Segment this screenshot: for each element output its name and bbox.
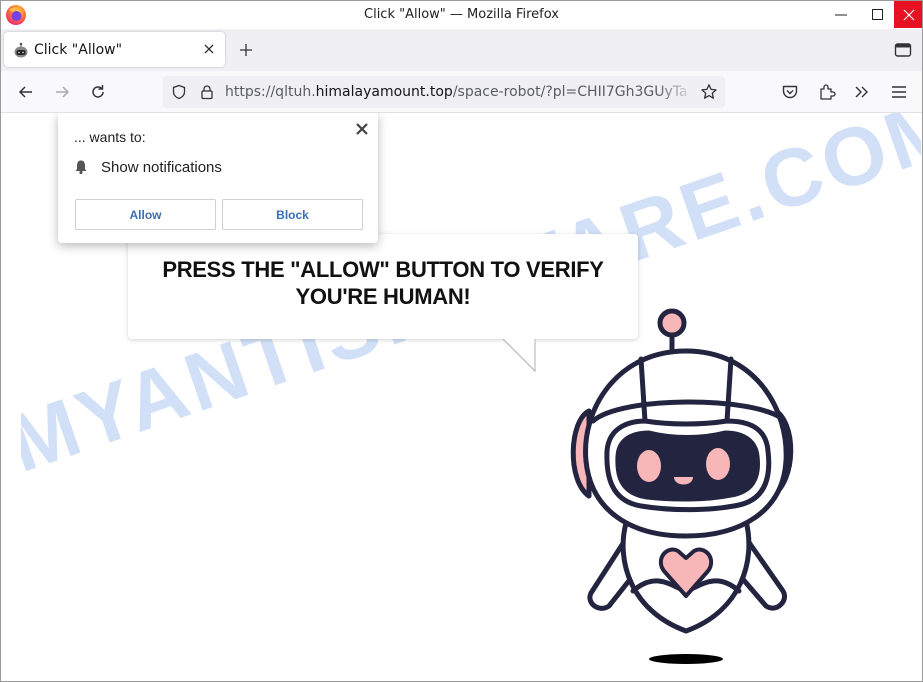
block-button[interactable]: Block	[222, 199, 363, 230]
close-window-button[interactable]	[894, 1, 922, 28]
permission-show-notifications: Show notifications	[101, 159, 222, 176]
robot-eye-left	[637, 450, 661, 482]
forward-icon[interactable]	[52, 82, 72, 102]
pocket-icon[interactable]	[780, 82, 800, 102]
minimize-button[interactable]	[824, 1, 858, 28]
tab-title: Click "Allow"	[34, 42, 123, 58]
robot-antenna-ball	[657, 308, 687, 338]
extensions-icon[interactable]	[817, 82, 837, 102]
headline-line-1: PRESS THE "ALLOW" BUTTON TO VERIFY	[162, 257, 604, 282]
navigation-bar: https://qltuh.himalayamount.top/space-ro…	[1, 71, 922, 113]
close-icon	[903, 9, 914, 20]
notification-permission-popup: ... wants to: Show notifications Allow B…	[58, 113, 378, 243]
tab-strip: Click "Allow"	[1, 29, 922, 71]
bookmark-star-icon[interactable]	[700, 83, 718, 101]
lock-icon[interactable]	[199, 84, 215, 100]
url-input[interactable]: https://qltuh.himalayamount.top/space-ro…	[225, 84, 695, 100]
robot-shadow	[649, 654, 723, 664]
permission-wants-to: ... wants to:	[74, 129, 146, 145]
bell-icon	[75, 160, 87, 175]
tab-click-allow[interactable]: Click "Allow"	[4, 32, 225, 67]
new-tab-icon[interactable]	[237, 41, 255, 59]
url-host: himalayamount.top	[315, 84, 453, 100]
reload-icon[interactable]	[88, 82, 108, 102]
url-path: /space-robot/?pl=CHII7Gh3GUyTa	[452, 84, 688, 100]
hamburger-menu-icon[interactable]	[889, 82, 909, 102]
maximize-icon	[872, 8, 883, 20]
minimize-icon	[835, 14, 847, 15]
url-bar[interactable]: https://qltuh.himalayamount.top/space-ro…	[163, 76, 725, 108]
list-all-tabs-icon[interactable]	[894, 42, 912, 58]
window-title: Click "Allow" — Mozilla Firefox	[364, 7, 559, 22]
back-icon[interactable]	[16, 82, 36, 102]
overflow-chevrons-icon[interactable]	[852, 82, 872, 102]
robot-icon	[14, 42, 28, 58]
speech-bubble-tail	[501, 338, 536, 373]
url-prefix: https://qltuh.	[225, 84, 316, 100]
maximize-button[interactable]	[861, 1, 895, 28]
robot-illustration	[570, 308, 794, 664]
title-bar: Click "Allow" — Mozilla Firefox	[1, 1, 922, 29]
shield-icon[interactable]	[171, 84, 187, 100]
page-content: MYANTISPYWARE.COM PRESS THE "ALLOW" BUTT…	[1, 113, 922, 681]
allow-button[interactable]: Allow	[75, 199, 216, 230]
robot-eye-right	[706, 448, 730, 480]
firefox-window: Click "Allow" — Mozilla Firefox Click "A…	[0, 0, 923, 682]
popup-close-icon[interactable]	[355, 122, 369, 136]
tab-close-icon[interactable]	[200, 40, 218, 58]
